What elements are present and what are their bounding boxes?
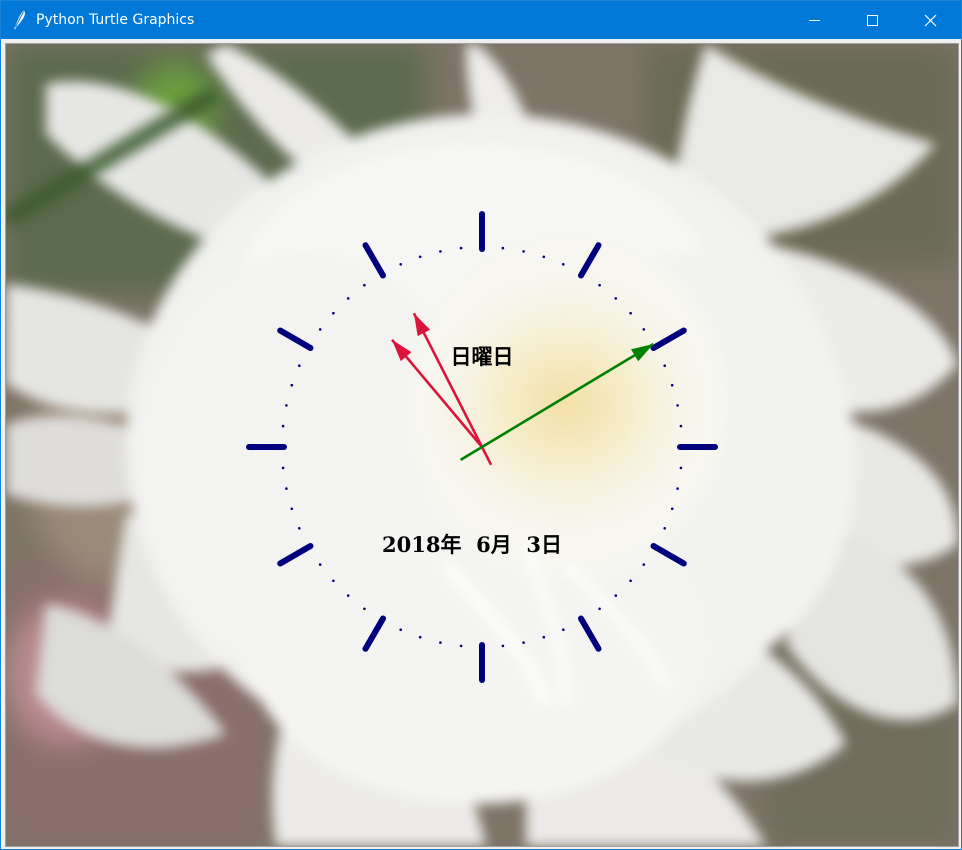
minute-dot (285, 487, 288, 490)
minute-dot (522, 641, 525, 644)
minimize-icon (809, 20, 820, 21)
minute-dot (298, 527, 301, 530)
minute-dot (290, 507, 294, 511)
minute-dot (439, 641, 442, 644)
minute-dot (346, 297, 350, 300)
minute-dot (418, 255, 422, 259)
minute-dot (614, 594, 618, 597)
minute-dot (399, 263, 403, 266)
minute-dot (542, 255, 546, 259)
minute-dot (614, 297, 618, 300)
minute-dot (598, 607, 601, 611)
weekday-label: 日曜日 (451, 344, 514, 369)
minute-dot (285, 404, 288, 407)
close-icon (924, 14, 937, 27)
minute-dot (399, 628, 403, 631)
minute-dot (663, 527, 666, 530)
minute-dot (346, 594, 350, 597)
minute-dot (290, 383, 294, 387)
minute-dot (332, 311, 335, 315)
minute-dot (562, 628, 565, 631)
minute-dot (318, 328, 322, 331)
minute-dot (542, 635, 546, 639)
minute-dot (298, 364, 301, 368)
minute-dot (663, 364, 666, 368)
minute-dot (642, 563, 646, 566)
close-button[interactable] (901, 1, 959, 39)
minute-dot (459, 246, 463, 250)
minute-dot (679, 466, 683, 470)
turtle-window: Python Turtle Graphics 日曜日 2018年 6月 3日 (0, 0, 962, 850)
minute-dot (679, 424, 683, 428)
minute-dot (363, 607, 366, 611)
minute-dot (501, 246, 505, 250)
minute-dot (598, 283, 601, 287)
turtle-canvas[interactable]: 日曜日 2018年 6月 3日 (5, 43, 959, 847)
minute-dot (522, 250, 525, 253)
minute-dot (629, 311, 632, 315)
maximize-button[interactable] (843, 1, 901, 39)
minute-dot (670, 383, 674, 387)
maximize-icon (867, 15, 878, 26)
minute-dot (439, 250, 442, 253)
minute-dot (629, 579, 632, 583)
minute-dot (642, 328, 646, 331)
date-label: 2018年 6月 3日 (382, 532, 562, 557)
minimize-button[interactable] (785, 1, 843, 39)
minute-dot (459, 644, 463, 648)
minute-dot (318, 563, 322, 566)
minute-dot (676, 404, 679, 407)
minute-dot (281, 424, 285, 428)
minute-dot (562, 263, 565, 266)
title-bar[interactable]: Python Turtle Graphics (1, 1, 961, 39)
feather-icon (11, 10, 29, 30)
minute-dot (670, 507, 674, 511)
minute-dot (363, 283, 366, 287)
minute-dot (332, 579, 335, 583)
minute-dot (281, 466, 285, 470)
minute-dot (676, 487, 679, 490)
minute-dot (418, 635, 422, 639)
minute-dot (501, 644, 505, 648)
window-title: Python Turtle Graphics (36, 12, 195, 28)
